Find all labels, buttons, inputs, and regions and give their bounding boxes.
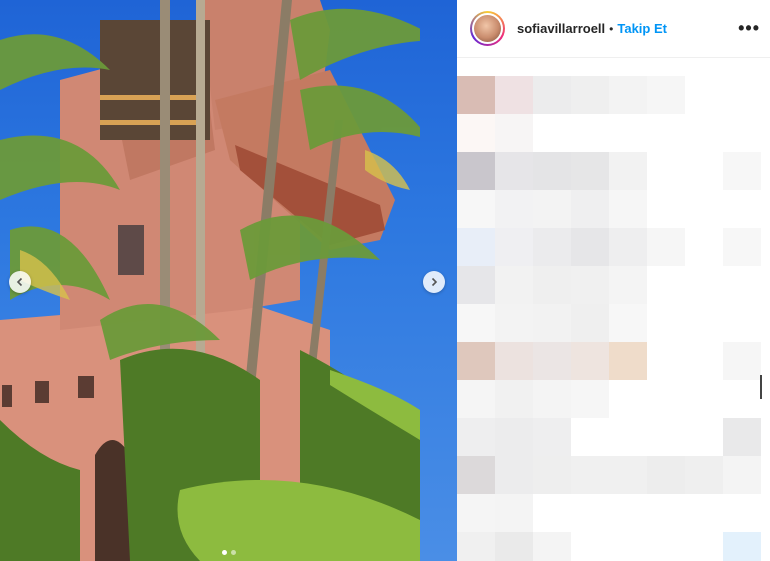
avatar-ring (472, 13, 503, 44)
blur-pixel (723, 342, 761, 380)
blur-pixel (723, 532, 761, 561)
more-options-button[interactable]: ••• (738, 18, 760, 39)
blur-pixel (457, 304, 495, 342)
blur-pixel (495, 456, 533, 494)
blur-pixel (609, 76, 647, 114)
blur-pixel (457, 228, 495, 266)
blur-pixel (457, 342, 495, 380)
avatar-image (474, 15, 501, 42)
post-header: sofiavillarroell • Takip Et ••• (457, 0, 770, 58)
blur-pixel (571, 456, 609, 494)
blur-pixel (571, 380, 609, 418)
carousel-prev-button[interactable] (9, 271, 31, 293)
blur-pixel (495, 266, 533, 304)
blur-pixel (685, 456, 723, 494)
blur-pixel (571, 76, 609, 114)
blur-pixel (533, 228, 571, 266)
blur-pixel (571, 228, 609, 266)
blur-pixel (457, 456, 495, 494)
instagram-post: sofiavillarroell • Takip Et ••• (0, 0, 770, 561)
blur-pixel (533, 190, 571, 228)
carousel-dot (230, 550, 236, 555)
blur-pixel (533, 380, 571, 418)
carousel-next-button[interactable] (423, 271, 445, 293)
blur-pixel (723, 418, 761, 456)
blur-pixel (457, 152, 495, 190)
username-link[interactable]: sofiavillarroell (517, 21, 605, 36)
blur-pixel (495, 532, 533, 561)
blur-pixel (647, 456, 685, 494)
chevron-right-icon (431, 277, 438, 287)
carousel-indicator (0, 550, 457, 555)
separator-dot: • (609, 21, 614, 36)
blur-pixel (533, 304, 571, 342)
blur-pixel (533, 456, 571, 494)
blur-pixel (495, 152, 533, 190)
blur-pixel (457, 76, 495, 114)
blur-pixel (647, 228, 685, 266)
blur-pixel (495, 190, 533, 228)
blurred-comments-area (457, 58, 770, 561)
building-photo (0, 0, 420, 561)
blur-pixel (571, 304, 609, 342)
blur-pixel (495, 114, 533, 152)
scrollbar[interactable] (760, 375, 762, 399)
chevron-left-icon (16, 277, 23, 287)
follow-button[interactable]: Takip Et (617, 21, 667, 36)
blur-pixel (609, 304, 647, 342)
blur-pixel (495, 304, 533, 342)
blur-pixel (609, 456, 647, 494)
post-side-panel: sofiavillarroell • Takip Et ••• (457, 0, 770, 561)
blur-pixel (533, 418, 571, 456)
blur-pixel (571, 152, 609, 190)
blur-pixel (723, 152, 761, 190)
blur-pixel (609, 266, 647, 304)
blur-pixel (495, 342, 533, 380)
blur-pixel (457, 494, 495, 532)
blur-pixel (571, 190, 609, 228)
blur-pixel (723, 456, 761, 494)
blur-pixel (533, 152, 571, 190)
blur-pixel (495, 76, 533, 114)
blur-pixel (457, 190, 495, 228)
blur-pixel (609, 342, 647, 380)
blur-pixel (457, 266, 495, 304)
blur-pixel (609, 152, 647, 190)
blur-pixel (723, 228, 761, 266)
blur-pixel (533, 266, 571, 304)
blur-pixel (647, 76, 685, 114)
blur-pixel (533, 532, 571, 561)
blur-pixel (457, 418, 495, 456)
post-media[interactable] (0, 0, 457, 561)
blur-pixel (495, 380, 533, 418)
blur-pixel (609, 190, 647, 228)
blur-pixel (457, 380, 495, 418)
blur-pixel (571, 342, 609, 380)
blur-pixel (457, 114, 495, 152)
blur-pixel (495, 418, 533, 456)
blur-pixel (533, 342, 571, 380)
avatar[interactable] (470, 11, 505, 46)
carousel-dot (221, 550, 227, 555)
blur-pixel (533, 76, 571, 114)
blur-pixel (457, 532, 495, 561)
blur-pixel (495, 228, 533, 266)
blur-pixel (609, 228, 647, 266)
blur-pixel (495, 494, 533, 532)
blur-pixel (571, 266, 609, 304)
